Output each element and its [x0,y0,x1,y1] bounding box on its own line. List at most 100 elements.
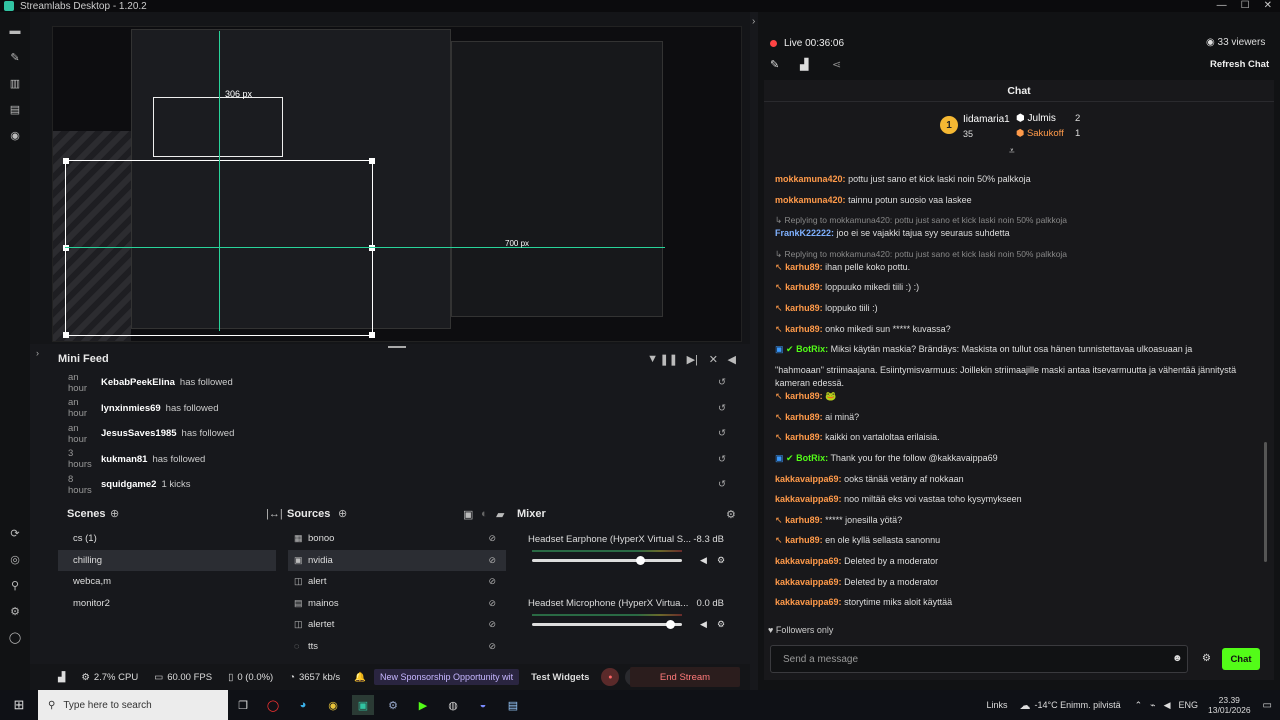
preview-canvas[interactable]: 306 px 700 px [52,26,742,342]
filter-icon[interactable]: ▼ [647,353,658,365]
speaker-icon[interactable]: ◀ [1164,700,1171,711]
chat-username[interactable]: karhu89: [785,324,823,334]
task-view-icon[interactable]: ❐ [232,695,254,715]
chat-username[interactable]: karhu89: [785,535,823,545]
emoji-icon[interactable]: ☻ [1172,653,1183,664]
skip-icon[interactable]: ▶| [687,353,698,366]
channel-settings-icon[interactable]: ⚙ [717,619,725,630]
mixer-settings-icon[interactable]: ⚙ [726,508,736,521]
edge-icon[interactable]: ◕ [292,695,314,715]
source-folder-icon[interactable]: ▰ [496,508,504,521]
visibility-icon[interactable]: ⊘ [488,641,496,652]
close-button[interactable]: ✕ [1264,0,1272,11]
chat-username[interactable]: karhu89: [785,391,823,401]
volume-slider-knob[interactable] [635,556,645,565]
volume-icon[interactable]: ◀ [728,353,736,366]
chat-username[interactable]: mokkamuna420: [775,174,846,184]
widgets-icon[interactable]: ▤ [0,96,30,122]
source-item[interactable]: ▦ bonoo ⊘ [288,528,506,550]
chat-username[interactable]: karhu89: [785,262,823,272]
steam-icon[interactable]: ⚙ [382,695,404,715]
visibility-icon[interactable]: ⊘ [488,598,496,609]
chat-username[interactable]: BotRix: [796,453,828,463]
kick-icon[interactable]: ▶ [412,695,434,715]
notepad-icon[interactable]: ▤ [502,695,524,715]
volume-slider[interactable] [532,559,682,562]
chat-username[interactable]: karhu89: [785,412,823,422]
visibility-icon[interactable]: ⊘ [488,619,496,630]
collapse-leaderboard-icon[interactable]: ⩡ [1009,146,1015,157]
chat-settings-icon[interactable]: ⚙ [1202,653,1211,664]
streamlabs-taskbar-icon[interactable]: ▣ [352,695,374,715]
scene-item[interactable]: cs (1) [58,528,276,550]
source-item[interactable]: ▣ nvidia ⊘ [288,549,506,571]
pause-icon[interactable]: ❚❚ [660,353,678,366]
source-item[interactable]: ◌ tts ⊘ [288,636,506,658]
apps-icon[interactable]: ◉ [0,122,30,148]
edit-stream-icon[interactable]: ✎ [770,58,779,71]
chat-username[interactable]: karhu89: [785,432,823,442]
chat-username[interactable]: kakkavaippa69: [775,474,842,484]
visibility-icon[interactable]: ⊘ [488,576,496,587]
sponsor-notification[interactable]: New Sponsorship Opportunity wit [374,669,520,685]
source-settings-icon[interactable]: ▣ [463,508,473,521]
send-chat-button[interactable]: Chat [1222,648,1260,670]
repeat-alert-icon[interactable]: ↺ [718,454,726,465]
add-source-icon[interactable]: ⊕ [338,507,347,520]
record-button[interactable]: ● [601,668,620,686]
studio-mode-icon[interactable]: ◎ [0,546,30,572]
collapse-arrow-icon[interactable]: › [36,348,39,358]
chat-scrollbar[interactable] [1264,442,1267,562]
maximize-button[interactable]: ☐ [1241,0,1250,11]
scene-item[interactable]: webca,m [58,571,276,593]
volume-slider-knob[interactable] [666,620,675,629]
chat-username[interactable]: FrankK22222: [775,228,834,238]
minimize-button[interactable]: — [1217,0,1227,11]
links-toolbar[interactable]: Links [986,700,1007,710]
notification-bell-icon[interactable]: 🔔 [354,672,366,683]
source-item[interactable]: ◫ alertet ⊘ [288,614,506,636]
editor-icon[interactable]: ▬ [0,18,30,44]
scene-item[interactable]: monitor2 [58,593,276,615]
taskbar-search[interactable]: ⚲ Type here to search [38,690,228,720]
language-indicator[interactable]: ENG [1178,700,1198,710]
collapse-live-dock-icon[interactable]: › [752,16,755,27]
scene-item[interactable]: chilling [58,549,276,571]
chat-username[interactable]: kakkavaippa69: [775,494,842,504]
refresh-chat-button[interactable]: Refresh Chat [1210,59,1269,70]
channel-settings-icon[interactable]: ⚙ [717,555,725,566]
profile-icon[interactable]: ◯ [0,624,30,650]
source-item[interactable]: ◫ alert ⊘ [288,571,506,593]
weather-text[interactable]: -14°C Enimm. pilvistä [1034,700,1120,710]
collapse-scenes-icon[interactable]: |↔| [266,508,283,520]
chat-username[interactable]: kakkavaippa69: [775,556,842,566]
dashboard-icon[interactable]: ▟ [800,58,808,71]
chrome-icon[interactable]: ◉ [322,695,344,715]
add-scene-icon[interactable]: ⊕ [110,507,119,520]
opera-icon[interactable]: ◯ [262,695,284,715]
volume-slider[interactable] [532,623,682,626]
chat-username[interactable]: kakkavaippa69: [775,577,842,587]
share-icon[interactable]: ⋖ [832,58,841,71]
mute-icon[interactable]: ◀ [700,555,707,566]
stats-icon[interactable]: ▟ [58,672,65,683]
themes-icon[interactable]: ✎ [0,44,30,70]
settings-icon[interactable]: ⚙ [0,598,30,624]
chat-username[interactable]: karhu89: [785,303,823,313]
network-icon[interactable]: ⌁ [1150,700,1155,711]
selected-source-box-2[interactable] [153,97,283,157]
source-group-icon[interactable]: ◐ [481,508,488,520]
mute-icon[interactable]: ◀ [700,619,707,630]
chat-username[interactable]: BotRix: [796,344,828,354]
repeat-alert-icon[interactable]: ↺ [718,428,726,439]
mute-alerts-icon[interactable]: ✕ [709,353,718,366]
recording-icon[interactable]: ⚲ [0,572,30,598]
chat-username[interactable]: karhu89: [785,282,823,292]
discord-icon[interactable]: ◒ [472,695,494,715]
start-icon[interactable]: ⊞ [4,695,34,715]
chat-username[interactable]: karhu89: [785,515,823,525]
repeat-alert-icon[interactable]: ↺ [718,479,726,490]
visibility-icon[interactable]: ⊘ [488,555,496,566]
test-widgets-button[interactable]: Test Widgets [531,672,589,683]
chat-username[interactable]: mokkamuna420: [775,195,846,205]
